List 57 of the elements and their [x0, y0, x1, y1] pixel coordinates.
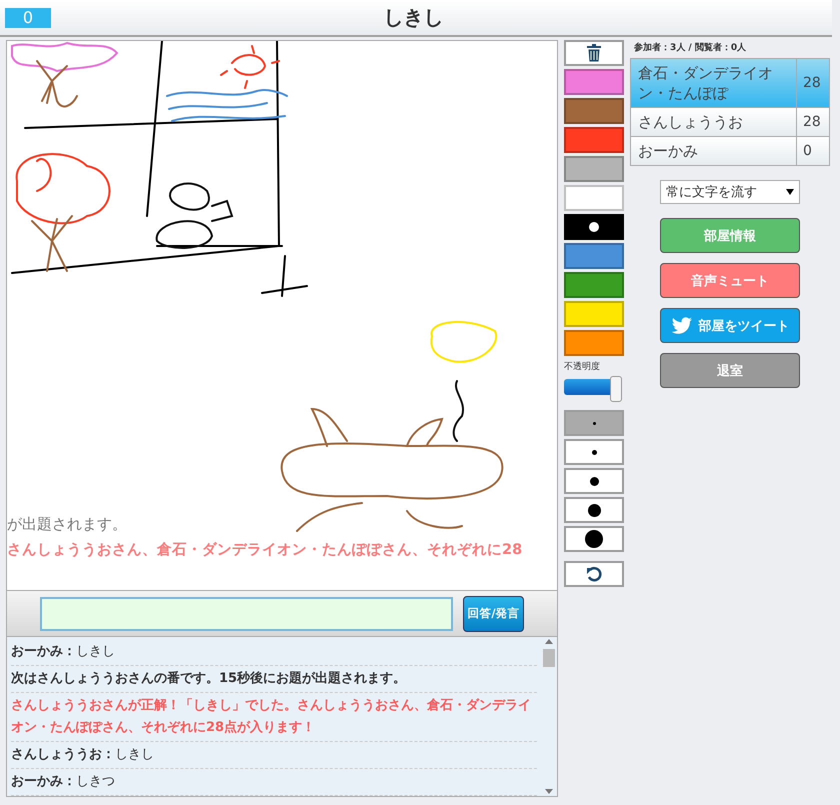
action-button[interactable]: 部屋をツイート	[660, 308, 800, 343]
dot-icon	[590, 476, 598, 486]
bird-icon	[670, 316, 692, 334]
color-swatch[interactable]	[564, 214, 624, 240]
color-swatch[interactable]	[564, 272, 624, 298]
color-swatch[interactable]	[564, 156, 624, 182]
brush-size-button[interactable]	[564, 497, 624, 523]
caret-icon	[786, 189, 794, 195]
chat-message: さんしょううおさんが正解！「しきし」でした。さんしょううおさん、倉石・ダンデライオン・たんぽぽさん、それぞれに28点が入ります！	[11, 693, 537, 742]
dot-icon	[592, 422, 596, 424]
answer-button[interactable]: 回答/発言	[463, 596, 524, 632]
player-row[interactable]: さんしょううお 28	[631, 108, 829, 137]
participant-summary: 参加者：3人 / 閲覧者：0人	[634, 41, 746, 54]
chat-message: おーかみ：しきし	[11, 639, 537, 666]
player-name: さんしょううお	[631, 108, 797, 136]
player-score: 28	[802, 113, 822, 132]
trash-button[interactable]	[564, 40, 624, 66]
chat-message: さんしょううお：しきし	[11, 742, 537, 769]
chat-message: 次はさんしょううおさんの番です。15秒後にお題が出題されます。	[11, 666, 537, 693]
scrollbar-thumb[interactable]	[543, 649, 555, 667]
undo-button[interactable]	[564, 561, 624, 587]
chat-message: おーかみ：しきつ	[11, 769, 537, 796]
action-button[interactable]: 退室	[660, 353, 800, 388]
color-swatch[interactable]	[564, 330, 624, 356]
brush-size-button[interactable]	[564, 468, 624, 494]
player-score: 28	[802, 74, 822, 93]
color-swatch[interactable]	[564, 98, 624, 124]
action-button[interactable]: 部屋情報	[660, 218, 800, 253]
dot-icon	[585, 530, 603, 548]
answer-input[interactable]	[40, 596, 454, 630]
score-badge: 0	[5, 8, 51, 28]
color-swatch[interactable]	[564, 69, 624, 95]
player-row[interactable]: おーかみ 0	[631, 137, 829, 165]
trash-icon	[587, 44, 601, 62]
word-title: しきし	[384, 4, 444, 31]
flow-select[interactable]: 常に文字を流す	[660, 180, 800, 204]
undo-icon	[586, 566, 602, 582]
player-name: おーかみ	[631, 137, 797, 165]
action-button[interactable]: 音声ミュート	[660, 263, 800, 298]
drawing-canvas[interactable]: が出題されます。 さんしょううおさん、倉石・ダンデライオン・たんぽぽさん、それぞれに28	[6, 40, 558, 591]
color-swatch[interactable]	[564, 243, 624, 269]
player-name: 倉石・ダンデライオン・たんぽぽ	[631, 59, 797, 107]
selected-dot-icon	[589, 222, 599, 232]
dot-icon	[592, 450, 596, 454]
scrolling-message: が出題されます。	[7, 515, 128, 534]
player-row[interactable]: 倉石・ダンデライオン・たんぽぽ 28	[631, 59, 829, 108]
slider-thumb[interactable]	[610, 376, 622, 402]
dot-icon	[588, 504, 600, 516]
scrollbar[interactable]	[541, 637, 557, 796]
brush-size-button[interactable]	[564, 526, 624, 552]
opacity-label: 不透明度	[564, 360, 601, 373]
player-score: 0	[802, 142, 813, 161]
color-swatch[interactable]	[564, 185, 624, 211]
scroll-down-icon[interactable]	[544, 788, 554, 796]
color-swatch[interactable]	[564, 301, 624, 327]
color-swatch[interactable]	[564, 127, 624, 153]
scrolling-message: さんしょううおさん、倉石・ダンデライオン・たんぽぽさん、それぞれに28	[7, 541, 522, 559]
